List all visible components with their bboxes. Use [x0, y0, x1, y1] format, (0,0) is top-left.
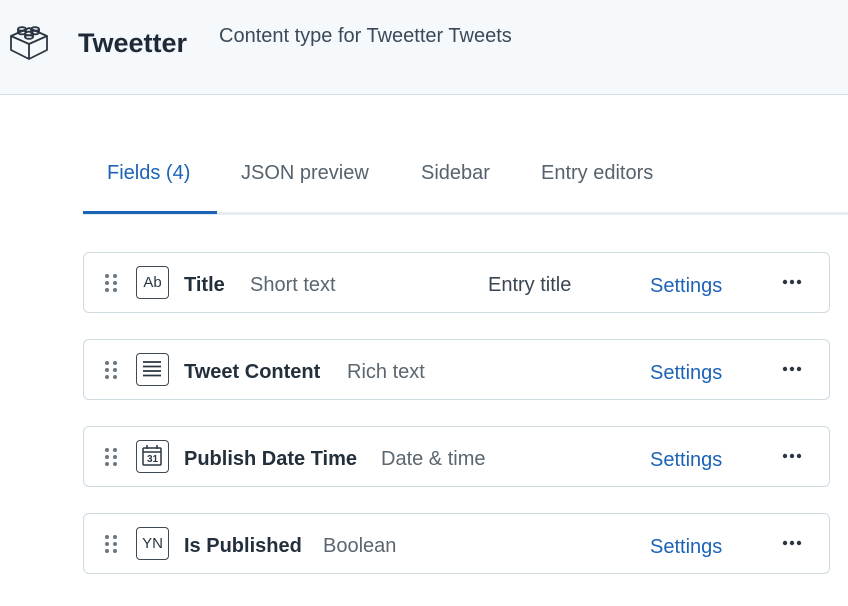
- tab-sidebar[interactable]: Sidebar: [421, 162, 490, 185]
- field-type: Rich text: [347, 361, 425, 383]
- drag-handle-icon[interactable]: [104, 534, 118, 554]
- settings-button[interactable]: Settings: [650, 536, 722, 559]
- active-tab-indicator: [83, 211, 217, 214]
- short-text-icon: Ab: [136, 266, 169, 299]
- drag-handle-icon[interactable]: [104, 360, 118, 380]
- field-type: Boolean: [323, 535, 397, 557]
- field-row-publish-date-time[interactable]: 31 Publish Date Time Date & time Setting…: [83, 426, 830, 487]
- settings-button[interactable]: Settings: [650, 275, 722, 298]
- tab-entry-editors[interactable]: Entry editors: [541, 162, 653, 185]
- content-type-title: Tweetter: [78, 28, 188, 58]
- field-type: Date & time: [381, 448, 486, 470]
- more-options-icon[interactable]: [780, 536, 804, 550]
- settings-button[interactable]: Settings: [650, 449, 722, 472]
- tab-bar: Fields (4) JSON preview Sidebar Entry ed…: [83, 150, 848, 215]
- drag-handle-icon[interactable]: [104, 273, 118, 293]
- calendar-icon: 31: [136, 440, 169, 473]
- entry-title-badge: Entry title: [488, 274, 572, 296]
- tab-json-preview[interactable]: JSON preview: [241, 162, 369, 185]
- boolean-icon: YN: [136, 527, 169, 560]
- content-type-header: Tweetter Content type for Tweetter Tweet…: [0, 0, 848, 95]
- content-type-block-icon: [10, 26, 48, 60]
- field-name: Tweet Content: [184, 361, 321, 383]
- settings-button[interactable]: Settings: [650, 362, 722, 385]
- more-options-icon[interactable]: [780, 449, 804, 463]
- field-type: Short text: [250, 274, 336, 296]
- field-name: Is Published: [184, 535, 302, 557]
- field-row-tweet-content[interactable]: Tweet Content Rich text Settings: [83, 339, 830, 400]
- field-row-is-published[interactable]: YN Is Published Boolean Settings: [83, 513, 830, 574]
- field-row-title[interactable]: Ab Title Short text Entry title Settings: [83, 252, 830, 313]
- content-type-description: Content type for Tweetter Tweets: [219, 25, 512, 47]
- rich-text-icon: [136, 353, 169, 386]
- more-options-icon[interactable]: [780, 275, 804, 289]
- field-name: Publish Date Time: [184, 448, 358, 470]
- tab-fields[interactable]: Fields (4): [107, 162, 190, 185]
- more-options-icon[interactable]: [780, 362, 804, 376]
- drag-handle-icon[interactable]: [104, 447, 118, 467]
- field-name: Title: [184, 274, 225, 296]
